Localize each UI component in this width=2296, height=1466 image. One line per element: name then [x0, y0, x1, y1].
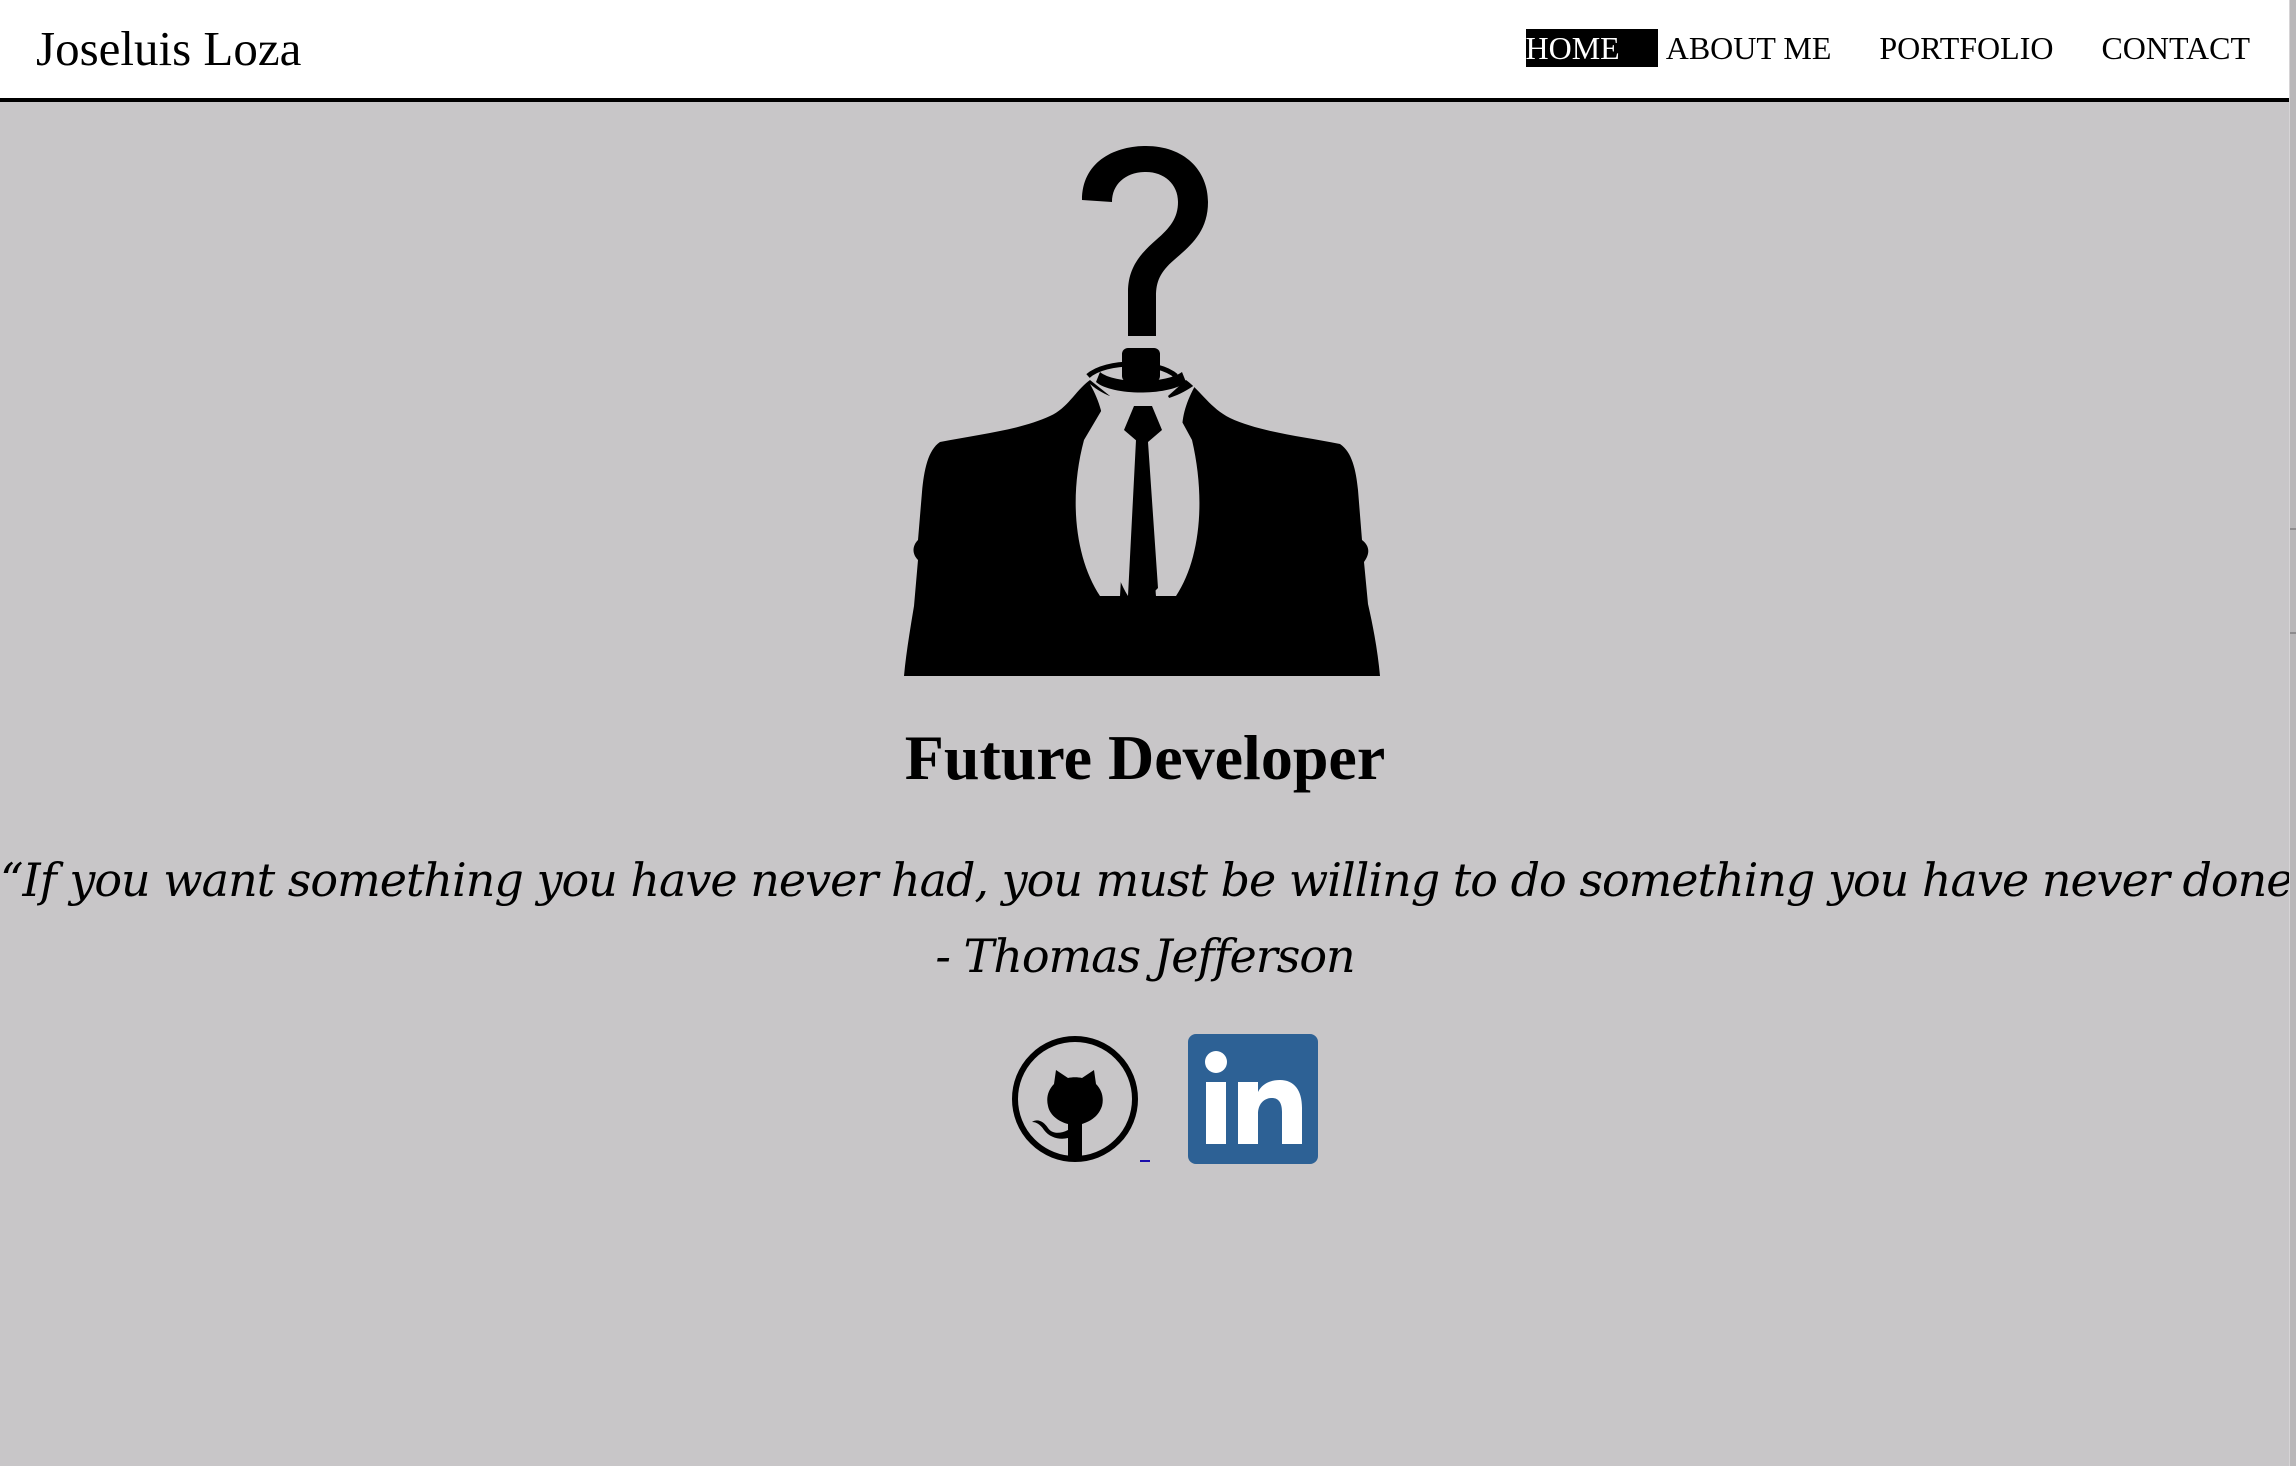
scrollbar-edge[interactable]	[2289, 0, 2296, 1466]
quote-text: “If you want something you have never ha…	[0, 853, 2296, 907]
nav-contact[interactable]: CONTACT	[2101, 29, 2250, 67]
nav-home[interactable]: HOME	[1525, 29, 1658, 67]
linkedin-link[interactable]	[1150, 1034, 1318, 1164]
hero-quote: “If you want something you have never ha…	[0, 842, 2296, 994]
github-octocat-icon[interactable]	[1010, 1034, 1140, 1164]
scrollbar-tick	[2290, 632, 2296, 634]
linkedin-icon[interactable]	[1188, 1034, 1318, 1164]
mystery-businessman-silhouette-icon	[904, 146, 1380, 676]
social-links	[1010, 1030, 1318, 1164]
site-header: Joseluis Loza HOME ABOUT ME PORTFOLIO CO…	[0, 0, 2290, 102]
nav-portfolio[interactable]: PORTFOLIO	[1879, 29, 2053, 67]
scrollbar-tick	[2290, 528, 2296, 530]
page-viewport: Joseluis Loza HOME ABOUT ME PORTFOLIO CO…	[0, 0, 2296, 1466]
site-brand[interactable]: Joseluis Loza	[36, 18, 301, 80]
github-link[interactable]	[1010, 1034, 1150, 1164]
nav-about-me[interactable]: ABOUT ME	[1666, 29, 1832, 67]
github-link-underline	[1140, 1157, 1150, 1162]
hero-title: Future Developer	[904, 722, 1386, 793]
quote-author: - Thomas Jefferson	[935, 929, 1355, 983]
main-nav: HOME ABOUT ME PORTFOLIO CONTACT	[1525, 28, 2250, 68]
